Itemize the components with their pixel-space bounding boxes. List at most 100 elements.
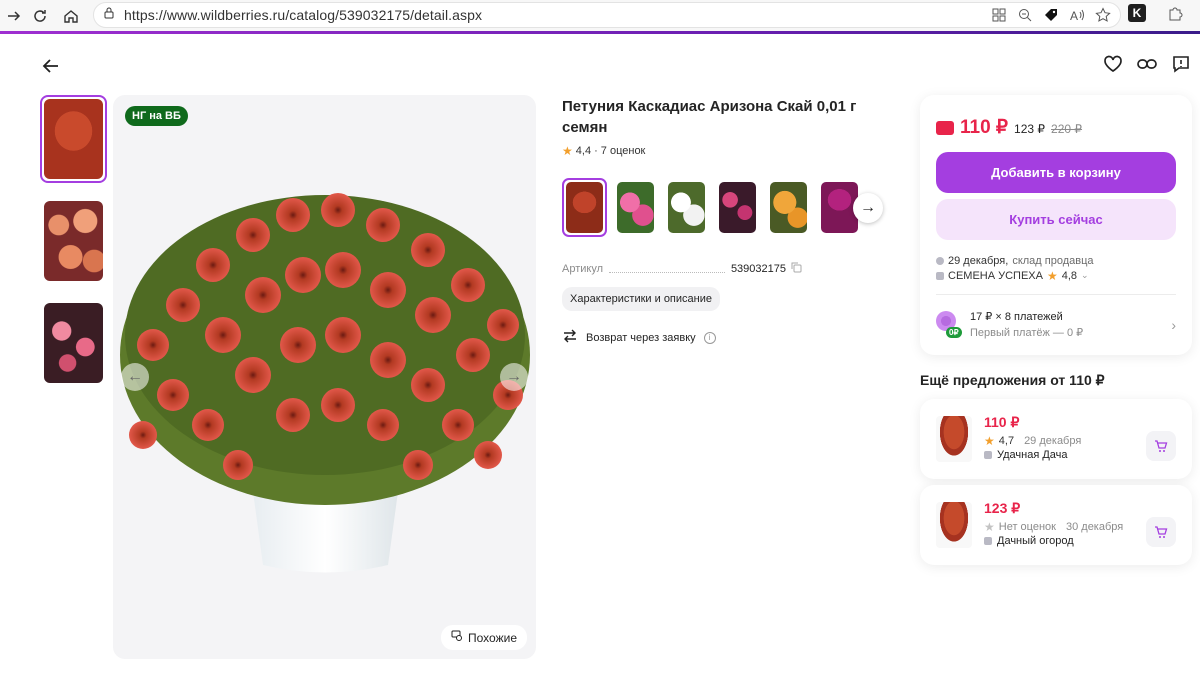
shop-icon (984, 451, 992, 459)
similar-button[interactable]: Похожие (441, 625, 527, 650)
offer-seller: Дачный огород (984, 535, 1074, 547)
brand-strip (0, 31, 1200, 34)
seller-name[interactable]: СЕМЕНА УСПЕХА (948, 270, 1043, 282)
seller-rating: 4,8 (1061, 269, 1078, 282)
add-to-cart-button[interactable]: Добавить в корзину (936, 152, 1176, 193)
installment-row[interactable]: 0₽ 17 ₽ × 8 платежей Первый платёж — 0 ₽ (936, 307, 1083, 341)
offer-date: 29 декабря (1024, 435, 1082, 447)
article-row: Артикул 539032175 (562, 262, 802, 276)
installment-main: 17 ₽ × 8 платежей (970, 310, 1063, 323)
buy-card: 110 ₽ 123 ₽ 220 ₽ Добавить в корзину Куп… (920, 95, 1192, 355)
offer-seller-name: Дачный огород (997, 535, 1074, 547)
delivery-icon (936, 256, 944, 265)
return-text: Возврат через заявку (586, 331, 696, 344)
tag-icon[interactable] (1042, 6, 1060, 24)
similar-icon (451, 630, 463, 645)
chevron-right-icon[interactable]: › (1171, 317, 1176, 333)
reload-icon[interactable] (26, 2, 54, 30)
star-icon: ★ (984, 434, 995, 448)
copy-icon[interactable] (791, 262, 802, 276)
promo-badge: НГ на ВБ (125, 106, 188, 126)
price-row: 110 ₽ 123 ₽ 220 ₽ (936, 116, 1082, 139)
star-icon: ★ (1046, 268, 1058, 283)
more-offers-title: Ещё предложения от 110 ₽ (920, 372, 1105, 388)
article-value[interactable]: 539032175 (731, 263, 786, 275)
lock-icon (102, 6, 116, 25)
installment-sub: Первый платёж — 0 ₽ (970, 326, 1084, 339)
shop-icon (984, 537, 992, 545)
chevron-down-icon[interactable]: ⌄ (1081, 270, 1089, 281)
product-main-image[interactable]: НГ на ВБ ← → Похожие (113, 95, 536, 659)
color-variants (562, 178, 862, 237)
apps-icon[interactable] (990, 6, 1008, 24)
url-text: https://www.wildberries.ru/catalog/53903… (124, 7, 483, 23)
reviews-count: · 7 оценок (594, 145, 646, 157)
offer-meta: ★ Нет оценок 30 декабря (984, 520, 1123, 534)
extension-k-icon[interactable]: K (1128, 4, 1146, 22)
image-next-arrow[interactable]: → (500, 363, 528, 391)
offer-seller-name: Удачная Дача (997, 449, 1068, 461)
buy-now-button[interactable]: Купить сейчас (936, 199, 1176, 240)
offer-card[interactable]: 110 ₽ ★ 4,7 29 декабря Удачная Дача (920, 399, 1192, 479)
thumbnail-list (40, 95, 108, 401)
variant-3[interactable] (664, 178, 709, 237)
article-label: Артикул (562, 263, 604, 275)
image-prev-arrow[interactable]: ← (121, 363, 149, 391)
home-icon[interactable] (57, 2, 85, 30)
divider (936, 294, 1176, 295)
offer-rating: Нет оценок (998, 521, 1056, 533)
offer-date: 30 декабря (1065, 521, 1124, 533)
offer-price: 110 ₽ (984, 414, 1020, 430)
heart-icon[interactable] (1102, 53, 1124, 75)
return-arrows-icon (562, 329, 578, 346)
petunia-illustration (120, 193, 530, 573)
forward-icon[interactable] (0, 2, 28, 30)
delivery-info: 29 декабря, склад продавца СЕМЕНА УСПЕХА… (936, 253, 1094, 283)
return-row[interactable]: Возврат через заявку i (562, 329, 716, 346)
rating-value: 4,4 (575, 145, 592, 157)
extensions-puzzle-icon[interactable] (1166, 4, 1184, 22)
read-aloud-icon[interactable]: A (1068, 6, 1086, 24)
offer-rating: 4,7 (998, 435, 1015, 447)
variant-1[interactable] (562, 178, 607, 237)
price-old: 220 ₽ (1051, 122, 1083, 136)
cart-icon-button[interactable] (1146, 517, 1176, 547)
offer-meta: ★ 4,7 29 декабря (984, 434, 1081, 448)
back-arrow-icon[interactable] (40, 55, 62, 77)
delivery-source: склад продавца (1012, 254, 1094, 267)
variants-next-arrow[interactable]: → (853, 193, 883, 223)
zoom-icon[interactable] (1016, 6, 1034, 24)
thumbnail-1[interactable] (40, 95, 107, 183)
variant-4[interactable] (715, 178, 760, 237)
product-title: Петуния Каскадиас Аризона Скай 0,01 г се… (562, 98, 857, 136)
thumbnail-3[interactable] (40, 299, 107, 387)
offer-image (936, 416, 972, 462)
browser-toolbar: https://www.wildberries.ru/catalog/53903… (0, 0, 1200, 32)
wallet-icon (936, 121, 954, 135)
report-icon[interactable] (1170, 53, 1192, 75)
product-rating[interactable]: ★ 4,4 · 7 оценок (562, 144, 645, 158)
offer-price: 123 ₽ (984, 500, 1021, 516)
info-icon[interactable]: i (703, 331, 716, 344)
price-main: 110 ₽ (960, 117, 1009, 138)
star-icon: ★ (984, 520, 995, 534)
favorite-star-icon[interactable] (1094, 6, 1112, 24)
star-icon: ★ (562, 144, 573, 158)
variant-2[interactable] (613, 178, 658, 237)
delivery-date: 29 декабря, (948, 254, 1009, 267)
installment-badge: 0₽ (946, 327, 962, 338)
address-bar[interactable]: https://www.wildberries.ru/catalog/53903… (93, 2, 1121, 28)
offer-seller: Удачная Дача (984, 449, 1068, 461)
offer-card[interactable]: 123 ₽ ★ Нет оценок 30 декабря Дачный ого… (920, 485, 1192, 565)
link-icon[interactable] (1136, 53, 1158, 75)
installment-icon: 0₽ (936, 307, 962, 341)
shop-icon (936, 271, 944, 280)
article-dots (609, 265, 725, 273)
specs-chip[interactable]: Характеристики и описание (562, 287, 720, 311)
variant-5[interactable] (766, 178, 811, 237)
svg-text:A: A (1070, 9, 1078, 22)
thumbnail-2[interactable] (40, 197, 107, 285)
cart-icon-button[interactable] (1146, 431, 1176, 461)
price-regular: 123 ₽ (1014, 122, 1046, 136)
offer-image (936, 502, 972, 548)
